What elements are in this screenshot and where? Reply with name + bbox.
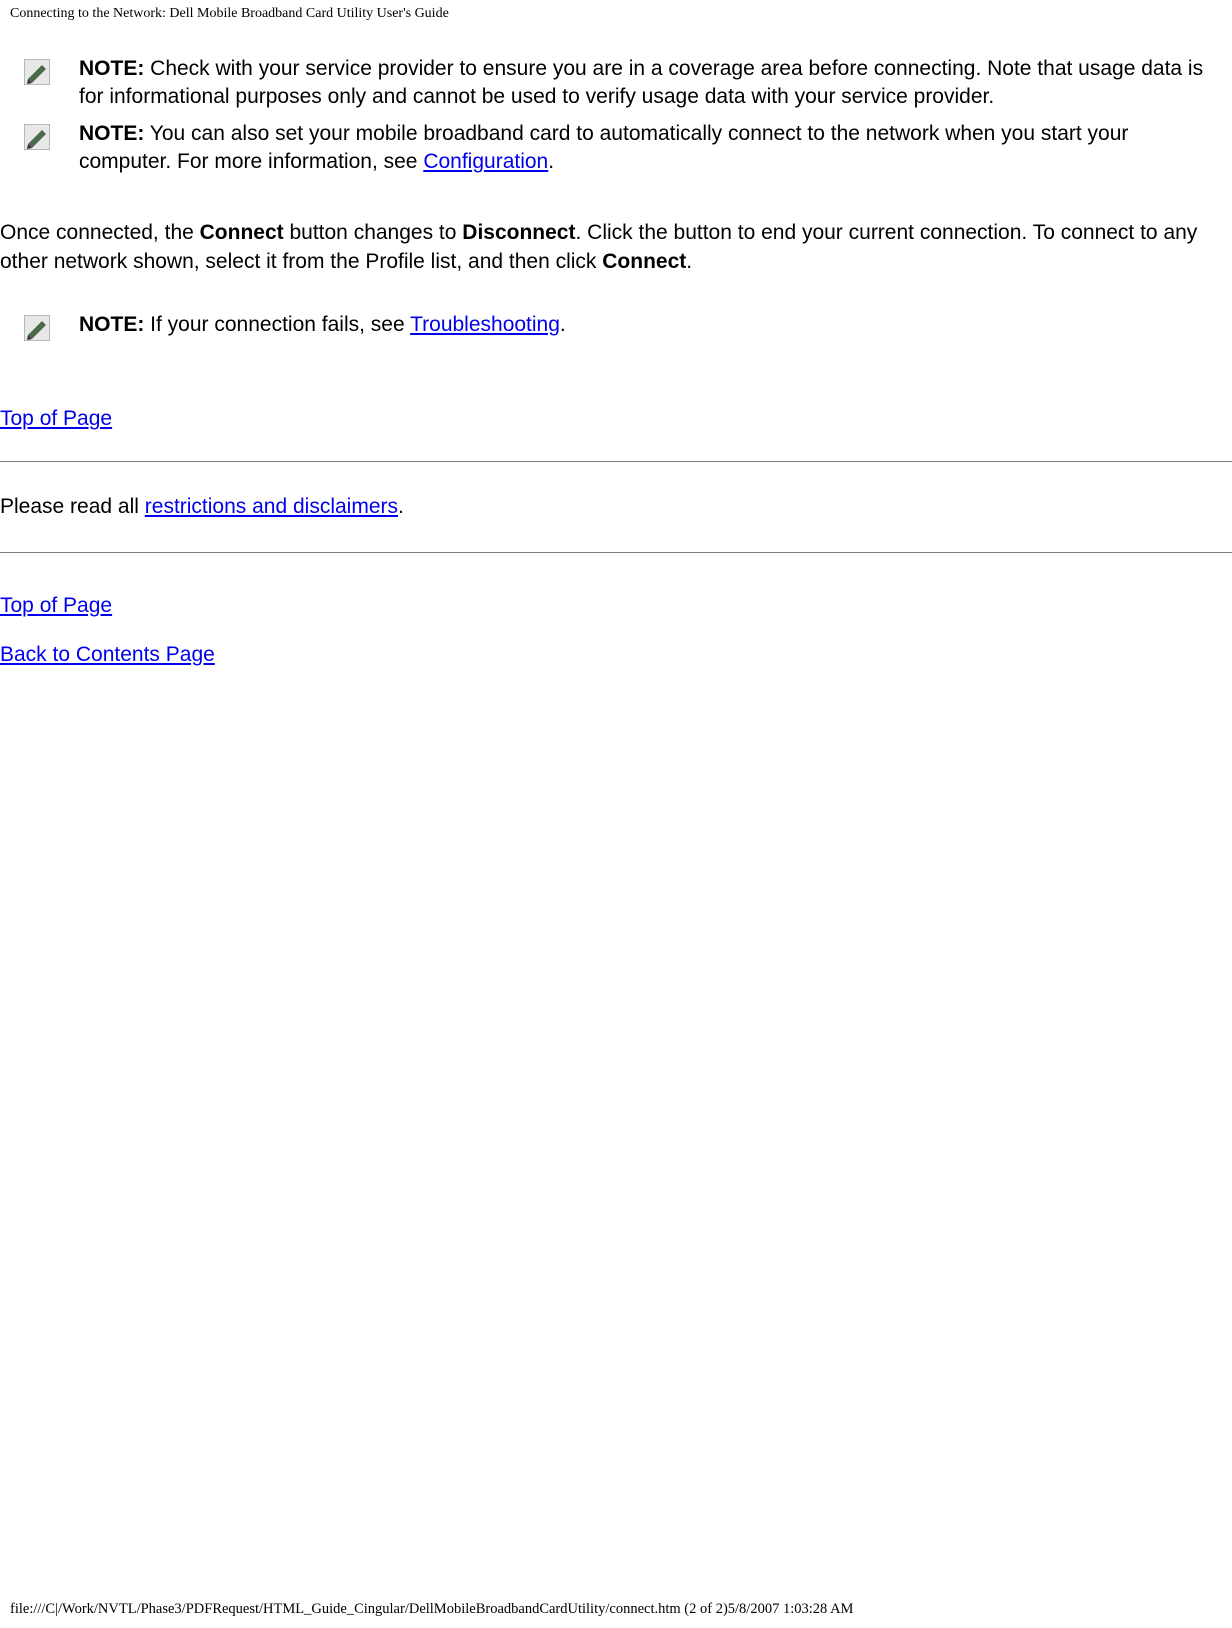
note-text-3: NOTE: If your connection fails, see Trou… [79,311,1226,347]
bottom-links-block: Top of Page Back to Contents Page [0,594,1232,667]
top-of-page-line: Top of Page [0,407,1232,431]
note-label: NOTE: [79,122,144,145]
note-body-b: . [560,313,566,336]
main-paragraph: Once connected, the Connect button chang… [0,219,1222,276]
p-seg: . [686,250,692,273]
note-text-2: NOTE: You can also set your mobile broad… [79,120,1226,185]
page-header-title: Connecting to the Network: Dell Mobile B… [10,6,449,22]
divider [0,461,1232,463]
configuration-link[interactable]: Configuration [423,150,548,173]
p-seg-bold: Disconnect [462,221,575,244]
note-row-1: NOTE: Check with your service provider t… [24,55,1226,120]
note-body-a: You can also set your mobile broadband c… [79,122,1128,173]
page-content: NOTE: Check with your service provider t… [0,55,1232,692]
note-row-3: NOTE: If your connection fails, see Trou… [24,311,1226,347]
top-link-block-1: Top of Page [0,407,1232,431]
restrictions-pre: Please read all [0,495,145,518]
p-seg: button changes to [284,221,463,244]
note-icon [24,59,50,85]
top-of-page-line-2: Top of Page [0,594,1232,618]
note-icon [24,315,50,341]
restrictions-post: . [398,495,404,518]
notes-block-1: NOTE: Check with your service provider t… [24,55,1226,184]
notes-block-2: NOTE: If your connection fails, see Trou… [24,311,1226,347]
back-to-contents-link[interactable]: Back to Contents Page [0,643,215,666]
note-text-1: NOTE: Check with your service provider t… [79,55,1226,120]
note-body-a: If your connection fails, see [144,313,410,336]
note-row-2: NOTE: You can also set your mobile broad… [24,120,1226,185]
divider [0,552,1232,554]
note-icon-cell [24,311,79,347]
top-of-page-link[interactable]: Top of Page [0,594,112,617]
p-seg-bold: Connect [200,221,284,244]
note-icon-cell [24,55,79,120]
back-contents-line: Back to Contents Page [0,643,1232,667]
note-icon [24,124,50,150]
p-seg-bold: Connect [602,250,686,273]
troubleshooting-link[interactable]: Troubleshooting [410,313,560,336]
note-body: Check with your service provider to ensu… [79,57,1203,108]
restrictions-paragraph: Please read all restrictions and disclai… [0,493,1222,521]
note-label: NOTE: [79,313,144,336]
top-of-page-link[interactable]: Top of Page [0,407,112,430]
note-icon-cell [24,120,79,185]
note-label: NOTE: [79,57,144,80]
p-seg: Once connected, the [0,221,200,244]
note-body-b: . [548,150,554,173]
restrictions-link[interactable]: restrictions and disclaimers [145,495,398,518]
page-footer-path: file:///C|/Work/NVTL/Phase3/PDFRequest/H… [10,1601,853,1618]
